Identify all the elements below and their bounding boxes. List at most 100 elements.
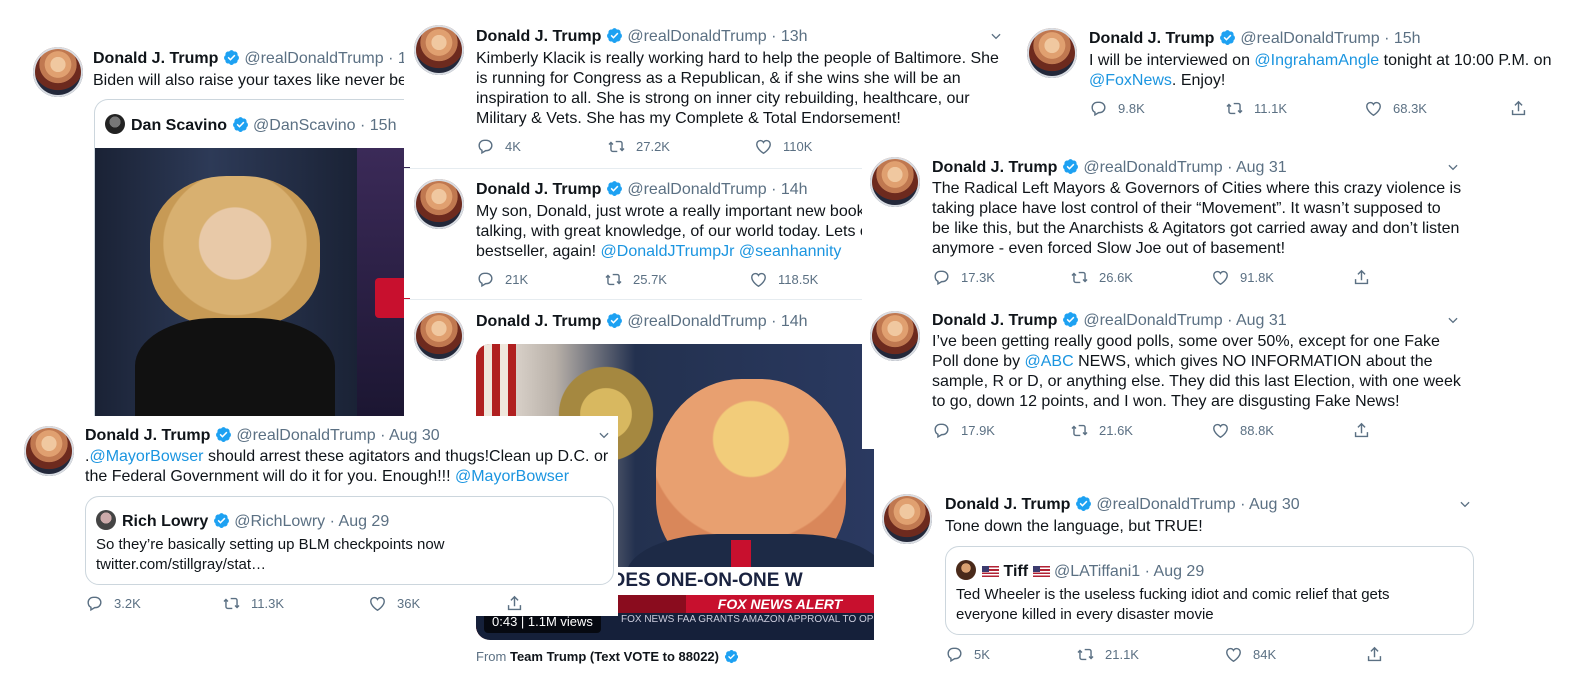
author-handle[interactable]: @realDonaldTrump bbox=[1096, 496, 1235, 513]
reply-button[interactable]: 17.9K bbox=[932, 421, 995, 440]
like-button[interactable]: 84K bbox=[1224, 645, 1276, 664]
tweet-text: The Radical Left Mayors & Governors of C… bbox=[932, 180, 1462, 257]
retweet-button[interactable]: 11.3K bbox=[222, 594, 284, 613]
mention-link[interactable]: @seanhannity bbox=[739, 243, 842, 260]
chevron-down-icon[interactable] bbox=[1446, 160, 1460, 174]
author-handle[interactable]: @realDonaldTrump bbox=[627, 313, 766, 330]
share-button[interactable] bbox=[1352, 421, 1371, 440]
avatar[interactable] bbox=[414, 179, 464, 229]
reply-button[interactable]: 17.3K bbox=[932, 268, 995, 287]
tweet-card[interactable]: Donald J. Trump @realDonaldTrump · 15h Bi… bbox=[25, 35, 410, 420]
source-attribution[interactable]: From Team Trump (Text VOTE to 88022) bbox=[476, 649, 743, 664]
chevron-down-icon[interactable] bbox=[1458, 497, 1472, 511]
quote-avatar[interactable] bbox=[956, 560, 976, 580]
tweet-time[interactable]: · Aug 31 bbox=[1227, 312, 1287, 329]
quote-time[interactable]: · Aug 29 bbox=[1145, 563, 1205, 580]
chevron-down-icon[interactable] bbox=[597, 428, 611, 442]
author-name[interactable]: Donald J. Trump bbox=[476, 28, 601, 45]
author-handle[interactable]: @realDonaldTrump bbox=[244, 50, 383, 67]
quote-author-name[interactable]: Tiff bbox=[1003, 563, 1028, 580]
avatar[interactable] bbox=[24, 426, 74, 476]
author-handle[interactable]: @realDonaldTrump bbox=[236, 427, 375, 444]
author-name[interactable]: Donald J. Trump bbox=[932, 159, 1057, 176]
reply-button[interactable]: 9.8K bbox=[1089, 99, 1145, 118]
retweet-button[interactable]: 25.7K bbox=[604, 270, 667, 289]
tweet-card[interactable]: Donald J. Trump @realDonaldTrump · Aug 31… bbox=[862, 145, 1470, 297]
quote-author-name[interactable]: Rich Lowry bbox=[122, 513, 208, 530]
avatar[interactable] bbox=[33, 47, 83, 97]
chevron-down-icon[interactable] bbox=[1446, 313, 1460, 327]
like-button[interactable]: 88.8K bbox=[1211, 421, 1274, 440]
author-handle[interactable]: @realDonaldTrump bbox=[1083, 312, 1222, 329]
author-name[interactable]: Donald J. Trump bbox=[945, 496, 1070, 513]
quote-author-handle[interactable]: @DanScavino bbox=[253, 117, 356, 134]
tweet-time[interactable]: · 13h bbox=[771, 28, 807, 45]
tweet-card[interactable]: Donald J. Trump @realDonaldTrump · Aug 30… bbox=[874, 484, 1482, 696]
like-button[interactable]: 91.8K bbox=[1211, 268, 1274, 287]
tweet-time[interactable]: · Aug 30 bbox=[1240, 496, 1300, 513]
author-name[interactable]: Donald J. Trump bbox=[476, 313, 601, 330]
author-name[interactable]: Donald J. Trump bbox=[932, 312, 1057, 329]
retweet-button[interactable]: 27.2K bbox=[607, 137, 670, 156]
avatar[interactable] bbox=[870, 311, 920, 361]
mention-link[interactable]: @MayorBowser bbox=[455, 468, 569, 485]
quote-time[interactable]: · 15h bbox=[360, 117, 396, 134]
quote-author-handle[interactable]: @RichLowry bbox=[234, 513, 325, 530]
author-handle[interactable]: @realDonaldTrump bbox=[627, 28, 766, 45]
mention-link[interactable]: @DonaldJTrumpJr bbox=[601, 243, 735, 260]
quote-time[interactable]: · Aug 29 bbox=[330, 513, 390, 530]
reply-button[interactable]: 4K bbox=[476, 137, 521, 156]
quote-author-handle[interactable]: @LATiffani1 bbox=[1054, 563, 1140, 580]
retweet-button[interactable]: 21.6K bbox=[1070, 421, 1133, 440]
quote-author-name[interactable]: Dan Scavino bbox=[131, 117, 227, 134]
quote-avatar[interactable] bbox=[105, 114, 125, 134]
mention-link[interactable]: @IngrahamAngle bbox=[1254, 52, 1379, 69]
author-handle[interactable]: @realDonaldTrump bbox=[1083, 159, 1222, 176]
tweet-time[interactable]: · 15h bbox=[1384, 30, 1420, 47]
author-handle[interactable]: @realDonaldTrump bbox=[627, 181, 766, 198]
quoted-tweet[interactable]: Rich Lowry @RichLowry · Aug 29 So they’re… bbox=[85, 496, 614, 585]
avatar[interactable] bbox=[882, 494, 932, 544]
mention-link[interactable]: @ABC bbox=[1025, 353, 1074, 370]
retweet-button[interactable]: 26.6K bbox=[1070, 268, 1133, 287]
source-name[interactable]: Team Trump (Text VOTE to 88022) bbox=[510, 649, 719, 664]
author-name[interactable]: Donald J. Trump bbox=[85, 427, 210, 444]
avatar[interactable] bbox=[870, 157, 920, 207]
quoted-tweet[interactable]: Dan Scavino @DanScavino · 15h bbox=[94, 99, 410, 420]
reply-button[interactable]: 21K bbox=[476, 270, 528, 289]
share-button[interactable] bbox=[1509, 99, 1528, 118]
tweet-card[interactable]: Donald J. Trump @realDonaldTrump · Aug 31… bbox=[862, 299, 1470, 449]
like-button[interactable]: 110K bbox=[754, 137, 812, 156]
reply-icon bbox=[945, 645, 964, 664]
tweet-time[interactable]: · 14h bbox=[771, 181, 807, 198]
quote-avatar[interactable] bbox=[96, 510, 116, 530]
avatar[interactable] bbox=[414, 311, 464, 361]
reply-button[interactable]: 5K bbox=[945, 645, 990, 664]
author-name[interactable]: Donald J. Trump bbox=[1089, 30, 1214, 47]
avatar[interactable] bbox=[414, 25, 464, 75]
like-button[interactable]: 68.3K bbox=[1364, 99, 1427, 118]
share-button[interactable] bbox=[1352, 268, 1371, 287]
author-name[interactable]: Donald J. Trump bbox=[476, 181, 601, 198]
tweet-time[interactable]: · Aug 30 bbox=[380, 427, 440, 444]
like-button[interactable]: 36K bbox=[368, 594, 420, 613]
mention-link[interactable]: @FoxNews bbox=[1089, 72, 1172, 89]
reply-button[interactable]: 3.2K bbox=[85, 594, 141, 613]
retweet-button[interactable]: 11.1K bbox=[1225, 99, 1287, 118]
tweet-card[interactable]: Donald J. Trump @realDonaldTrump · Aug 30… bbox=[18, 416, 618, 616]
retweet-button[interactable]: 21.1K bbox=[1076, 645, 1139, 664]
like-button[interactable]: 118.5K bbox=[749, 270, 818, 289]
quote-video-thumbnail[interactable] bbox=[95, 148, 410, 420]
share-button[interactable] bbox=[1365, 645, 1384, 664]
quoted-tweet[interactable]: Tiff @LATiffani1 · Aug 29 Ted Wheeler is… bbox=[945, 546, 1474, 635]
author-handle[interactable]: @realDonaldTrump bbox=[1240, 30, 1379, 47]
tweet-time[interactable]: · Aug 31 bbox=[1227, 159, 1287, 176]
tweet-card[interactable]: Donald J. Trump @realDonaldTrump · 14h My… bbox=[404, 168, 864, 298]
author-name[interactable]: Donald J. Trump bbox=[93, 50, 218, 67]
tweet-card[interactable]: Donald J. Trump @realDonaldTrump · 15h I … bbox=[1020, 15, 1572, 130]
tweet-time[interactable]: · 14h bbox=[771, 313, 807, 330]
mention-link[interactable]: @MayorBowser bbox=[89, 448, 203, 465]
chevron-down-icon[interactable] bbox=[989, 29, 1003, 43]
share-button[interactable] bbox=[505, 594, 524, 613]
avatar[interactable] bbox=[1027, 28, 1077, 78]
